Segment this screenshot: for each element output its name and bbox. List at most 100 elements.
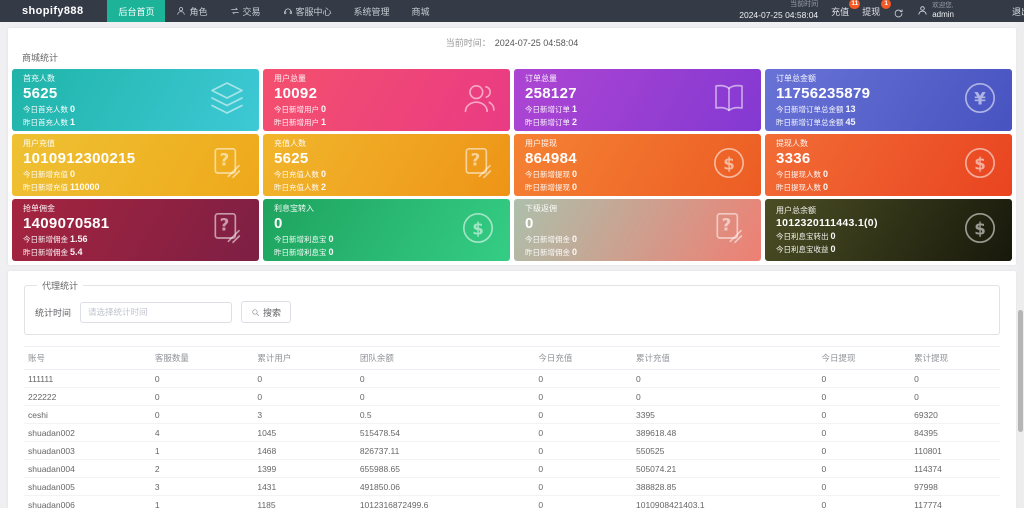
stat-card-line-2: 昨日新增提现 0 [525, 181, 578, 192]
doc-edit-icon: ? [207, 143, 247, 188]
stat-card-9: 利息宝转入 0 今日新增利息宝 0 昨日新增利息宝 0 $ [263, 199, 510, 261]
refresh-icon[interactable] [893, 6, 904, 17]
logout-button[interactable]: 退出 [1012, 0, 1024, 22]
navbar-time-label: 当前时间 [790, 1, 819, 9]
table-cell: 97998 [910, 477, 1000, 496]
table-cell: 0 [632, 387, 818, 406]
app-logo[interactable]: shopify888 [0, 0, 107, 22]
table-cell: 3 [253, 405, 356, 424]
table-header-cell: 累计提现 [910, 346, 1000, 370]
table-cell: 84395 [910, 423, 1000, 442]
stat-card-value: 1409070581 [23, 214, 110, 232]
stat-card-2: 订单总量 258127 今日新增订单 1 昨日新增订单 2 [514, 69, 761, 131]
stat-card-4: 用户充值 1010912300215 今日新增充值 0 昨日新增充值 110000? [12, 134, 259, 196]
doc-edit-icon: ? [207, 208, 247, 253]
table-cell: 0 [632, 369, 818, 388]
stat-card-3: 订单总金额 11756235879 今日新增订单总金额 13 昨日新增订单总金额 45 ¥ [765, 69, 1012, 131]
table-cell: 826737.11 [355, 441, 535, 460]
stat-card-value: 0 [525, 214, 534, 232]
stat-card-body: 用户总余额 1012320111443.1(0) 今日利息宝转出 0 今日利息宝收益 0 [776, 205, 878, 255]
table-cell: 0 [534, 423, 632, 442]
table-row: ceshi 0 3 0.5 0 3395 0 69320 [24, 405, 1000, 424]
svg-text:$: $ [472, 219, 484, 238]
table-cell: 550525 [632, 441, 818, 460]
stat-card-line-1: 今日利息宝转出 0 [776, 231, 836, 242]
table-cell: 388828.85 [632, 477, 818, 496]
users-icon [458, 78, 498, 123]
stat-card-body: 利息宝转入 0 今日新增利息宝 0 昨日新增利息宝 0 [274, 203, 334, 258]
stat-time-input[interactable] [80, 301, 233, 323]
stat-card-line-2: 昨日新增订单 2 [525, 116, 578, 127]
table-cell: shuadan005 [24, 477, 151, 496]
stat-card-title: 用户总量 [274, 73, 306, 83]
table-header-cell: 累计用户 [253, 346, 356, 370]
stat-card-line-2: 昨日新增佣金 5.4 [23, 246, 83, 257]
table-cell: 114374 [910, 459, 1000, 478]
nav-item-4[interactable]: 系统管理 [343, 0, 401, 22]
table-cell: 0 [534, 459, 632, 478]
stat-card-7: 提现人数 3336 今日提现人数 0 昨日提现人数 0 $ [765, 134, 1012, 196]
nav-item-3[interactable]: 客服中心 [272, 0, 343, 22]
recharge-link[interactable]: 充值 11 [831, 0, 861, 18]
table-cell: 0 [817, 495, 911, 508]
svg-text:?: ? [471, 150, 481, 169]
svg-text:$: $ [974, 154, 986, 173]
svg-text:?: ? [220, 215, 230, 234]
table-cell: 0 [817, 477, 911, 496]
stat-card-title: 抢单佣金 [23, 203, 55, 213]
stat-card-8: 抢单佣金 1409070581 今日新增佣金 1.56 昨日新增佣金 5.4? [12, 199, 259, 261]
navbar-right: 当前时间 2024-07-25 04:58:04 充值 11 提现 1 欢迎您,… [739, 0, 1024, 22]
table-cell: 0 [150, 369, 254, 388]
stat-card-line-1: 今日新增充值 0 [23, 169, 76, 179]
table-cell: 1431 [253, 477, 356, 496]
nav-item-0[interactable]: 后台首页 [107, 0, 166, 22]
scrollbar-thumb[interactable] [1018, 310, 1023, 432]
svg-text:?: ? [722, 215, 732, 234]
table-cell: 0 [817, 369, 911, 388]
table-header-cell: 团队余额 [355, 346, 535, 370]
stat-card-value: 1010912300215 [23, 149, 136, 167]
nav-item-5[interactable]: 商城 [401, 0, 441, 22]
table-cell: 0 [355, 387, 535, 406]
page-scrollbar[interactable] [1017, 22, 1024, 508]
stat-card-line-1: 今日新增佣金 0 [525, 234, 578, 244]
table-cell: 0 [534, 441, 632, 460]
table-cell: 491850.06 [355, 477, 535, 496]
table-cell: shuadan002 [24, 423, 151, 442]
table-cell: 0.5 [355, 405, 535, 424]
table-cell: 1468 [253, 441, 356, 460]
user-icon [176, 6, 186, 16]
stat-card-6: 用户提现 864984 今日新增提现 0 昨日新增提现 0 $ [514, 134, 761, 196]
svg-text:¥: ¥ [974, 89, 986, 108]
stat-card-line-1: 今日新增订单总金额 13 [776, 104, 856, 114]
nav-item-label: 客服中心 [295, 6, 332, 17]
nav-item-label: 交易 [242, 6, 261, 17]
table-row: 111111 0 0 0 0 0 0 0 [24, 369, 1000, 388]
table-cell: 0 [817, 423, 911, 442]
table-cell: 0 [150, 405, 254, 424]
navbar: shopify888 后台首页 角色 交易 客服中心 系统管理 商城 当前时间 2024-… [0, 0, 1024, 22]
table-cell: 69320 [910, 405, 1000, 424]
stat-card-body: 用户提现 864984 今日新增提现 0 昨日新增提现 0 [525, 138, 577, 193]
current-time-row: 当前时间： 2024-07-25 04:58:04 [10, 33, 1014, 51]
user-menu[interactable]: 欢迎您, admin [917, 2, 954, 19]
yen-icon: ¥ [960, 78, 1000, 123]
agent-stats-fieldset: 代理统计 统计时间 搜索 [24, 279, 1000, 335]
table-cell: 1 [150, 441, 254, 460]
nav-item-1[interactable]: 角色 [165, 0, 218, 22]
stat-card-line-1: 今日新增利息宝 0 [274, 234, 334, 244]
page-content: 当前时间： 2024-07-25 04:58:04 商城统计 首充人数 5625 今日… [0, 22, 1024, 508]
search-button[interactable]: 搜索 [241, 301, 292, 323]
table-row: 222222 0 0 0 0 0 0 0 [24, 387, 1000, 406]
withdraw-link[interactable]: 提现 1 [862, 0, 892, 18]
agent-table: 账号 客服数量 累计用户 团队余额 今日充值 累计充值 今日提现 累计提现 111111 0 0 0… [24, 346, 1000, 508]
stat-card-line-1: 今日新增订单 1 [525, 104, 578, 114]
stat-card-body: 订单总量 258127 今日新增订单 1 昨日新增订单 2 [525, 73, 577, 128]
table-cell: 3 [150, 477, 254, 496]
stat-card-line-2: 昨日新增佣金 0 [525, 246, 578, 257]
stat-card-title: 提现人数 [776, 138, 808, 148]
stat-card-line-2: 昨日新增充值 110000 [23, 181, 100, 192]
nav-item-2[interactable]: 交易 [219, 0, 272, 22]
stat-card-0: 首充人数 5625 今日首充人数 0 昨日首充人数 1 [12, 69, 259, 131]
stat-card-line-1: 今日首充人数 0 [23, 104, 76, 114]
